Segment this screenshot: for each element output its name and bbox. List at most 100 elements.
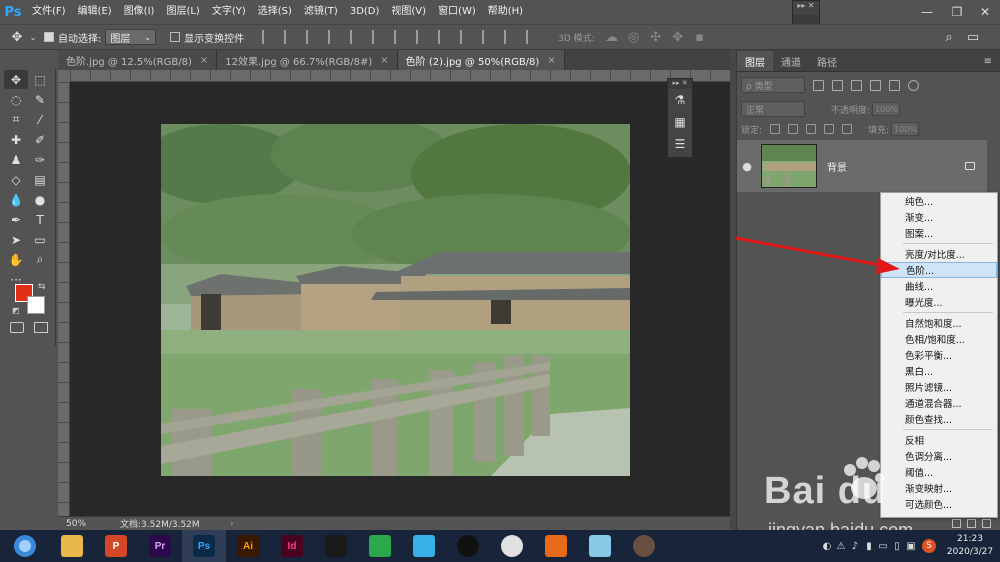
move-tool-preset-icon[interactable]: ✥ <box>6 26 28 48</box>
history-brush-icon[interactable]: ✑ <box>28 150 52 169</box>
menu-item-4[interactable]: 文字(Y) <box>206 0 252 24</box>
menu-item-0[interactable]: 文件(F) <box>26 0 72 24</box>
signal-icon[interactable]: ▮ <box>862 530 876 562</box>
close-button[interactable]: ✕ <box>970 0 1000 24</box>
taskbar-avatar[interactable] <box>622 530 666 562</box>
filter-smart-icon[interactable] <box>889 79 900 91</box>
auto-select-dropdown[interactable]: 图层 ⌄ <box>105 29 157 45</box>
lock-position-icon[interactable] <box>806 124 817 134</box>
horizontal-ruler[interactable] <box>70 70 730 82</box>
opacity-field[interactable]: 100% <box>872 102 901 116</box>
panel-menu-icon[interactable]: ≡ <box>984 56 992 67</box>
menu-item-5[interactable]: 选择(S) <box>252 0 298 24</box>
clock[interactable]: 21:23 2020/3/27 <box>940 533 1000 559</box>
menu-item-3[interactable]: 图层(L) <box>160 0 205 24</box>
type-tool-icon[interactable]: T <box>28 210 52 229</box>
tab-document-2[interactable]: 12效果.jpg @ 66.7%(RGB/8#) × <box>217 50 398 70</box>
quick-mask-icon[interactable] <box>10 322 24 333</box>
menu-item-8[interactable]: 视图(V) <box>385 0 432 24</box>
adjustment-menu-item[interactable]: 色彩平衡... <box>881 347 997 363</box>
fill-field[interactable]: 100% <box>891 122 920 136</box>
document-photo[interactable] <box>161 124 630 476</box>
filter-adjustment-icon[interactable] <box>832 79 843 91</box>
eye-icon[interactable]: ● <box>737 160 757 173</box>
floating-panel-header[interactable]: ▸▸ ✕ <box>668 79 692 89</box>
taskbar-illustrator[interactable]: Ai <box>226 530 270 562</box>
3d-rotate-icon[interactable]: ☁ <box>601 26 623 48</box>
workspace-icon[interactable]: ▭ <box>962 26 984 48</box>
distribute-bottom-icon[interactable] <box>438 30 452 44</box>
filter-pixel-icon[interactable] <box>813 79 824 91</box>
distribute-right-icon[interactable] <box>504 30 518 44</box>
swap-colors-icon[interactable]: ⇆ <box>38 282 46 292</box>
start-button[interactable] <box>0 530 50 562</box>
tab-paths[interactable]: 路径 <box>809 51 845 71</box>
close-icon[interactable]: × <box>547 55 555 66</box>
layer-filter-dropdown[interactable]: ρ 类型 <box>741 77 805 93</box>
close-icon[interactable]: × <box>380 55 388 66</box>
rectangle-tool-icon[interactable]: ▭ <box>28 230 52 249</box>
path-select-icon[interactable]: ➤ <box>4 230 28 249</box>
lock-pixels-icon[interactable] <box>788 124 799 134</box>
tab-document-1[interactable]: 色阶.jpg @ 12.5%(RGB/8) × <box>58 50 218 70</box>
canvas-area[interactable] <box>70 82 730 516</box>
taskbar-video-editor[interactable] <box>314 530 358 562</box>
distribute-middle-icon[interactable] <box>416 30 430 44</box>
menu-item-10[interactable]: 帮助(H) <box>482 0 529 24</box>
eraser-tool-icon[interactable]: ◇ <box>4 170 28 189</box>
clone-stamp-icon[interactable]: ♟ <box>4 150 28 169</box>
taskbar-premiere[interactable]: Pr <box>138 530 182 562</box>
auto-align-icon[interactable] <box>526 30 540 44</box>
move-tool-icon[interactable]: ✥ <box>4 70 28 89</box>
close-icon[interactable]: × <box>200 55 208 66</box>
align-middle-icon[interactable] <box>284 30 298 44</box>
auto-select-checkbox[interactable] <box>44 32 54 42</box>
distribute-top-icon[interactable] <box>394 30 408 44</box>
layer-row[interactable]: ● 背景 <box>737 140 987 192</box>
ruler-corner[interactable] <box>58 70 70 82</box>
battery-icon[interactable]: ▯ <box>890 530 904 562</box>
eyedropper-tool-icon[interactable]: ⁄ <box>28 110 52 129</box>
taskbar-powerpoint[interactable]: P <box>94 530 138 562</box>
adjustment-menu-item[interactable]: 曝光度... <box>881 294 997 310</box>
mini-panel-header[interactable]: ▸▸ ✕ <box>793 1 819 15</box>
adjustment-menu-item[interactable]: 自然饱和度... <box>881 315 997 331</box>
3d-drag-icon[interactable]: ✣ <box>645 26 667 48</box>
zoom-level[interactable]: 50% <box>58 519 110 529</box>
ime-icon[interactable]: S <box>918 530 940 562</box>
adjustment-menu-item[interactable]: 纯色... <box>881 193 997 209</box>
marquee-tool-icon[interactable]: ⬚ <box>28 70 52 89</box>
3d-slide-icon[interactable]: ✥ <box>667 26 689 48</box>
volume-icon[interactable]: ♪ <box>848 530 862 562</box>
restore-button[interactable]: ❐ <box>942 0 972 24</box>
adjustment-menu-item[interactable]: 颜色查找... <box>881 411 997 427</box>
brush-tool-icon[interactable]: ✐ <box>28 130 52 149</box>
3d-roll-icon[interactable]: ◎ <box>623 26 645 48</box>
default-colors-icon[interactable]: ◩ <box>12 306 20 315</box>
menu-item-6[interactable]: 滤镜(T) <box>298 0 344 24</box>
filter-toggle-icon[interactable] <box>908 79 919 91</box>
hand-tool-icon[interactable]: ✋ <box>4 250 28 269</box>
layer-name[interactable]: 背景 <box>827 159 965 174</box>
taskbar-app-glass[interactable] <box>578 530 622 562</box>
crop-tool-icon[interactable]: ⌗ <box>4 110 28 129</box>
dodge-tool-icon[interactable]: ● <box>28 190 52 209</box>
adjust-sliders-icon[interactable]: ☰ <box>668 133 692 155</box>
distribute-left-icon[interactable] <box>460 30 474 44</box>
healing-brush-icon[interactable]: ✚ <box>4 130 28 149</box>
pen-tool-icon[interactable]: ✒ <box>4 210 28 229</box>
action-center-icon[interactable]: ▣ <box>904 530 918 562</box>
adjustment-menu-item[interactable]: 通道混合器... <box>881 395 997 411</box>
lock-artboard-icon[interactable] <box>824 124 835 134</box>
background-color-swatch[interactable] <box>27 296 45 314</box>
3d-scale-icon[interactable]: ▪ <box>689 26 711 48</box>
taskbar-indesign[interactable]: Id <box>270 530 314 562</box>
minimize-button[interactable]: — <box>912 0 942 24</box>
align-bottom-icon[interactable] <box>306 30 320 44</box>
properties-icon[interactable]: ▦ <box>668 111 692 133</box>
lock-all-icon[interactable] <box>842 124 853 134</box>
align-left-icon[interactable] <box>328 30 342 44</box>
search-icon[interactable]: ⌕ <box>938 26 960 48</box>
menu-item-1[interactable]: 编辑(E) <box>72 0 118 24</box>
taskbar-app-cloud[interactable] <box>402 530 446 562</box>
